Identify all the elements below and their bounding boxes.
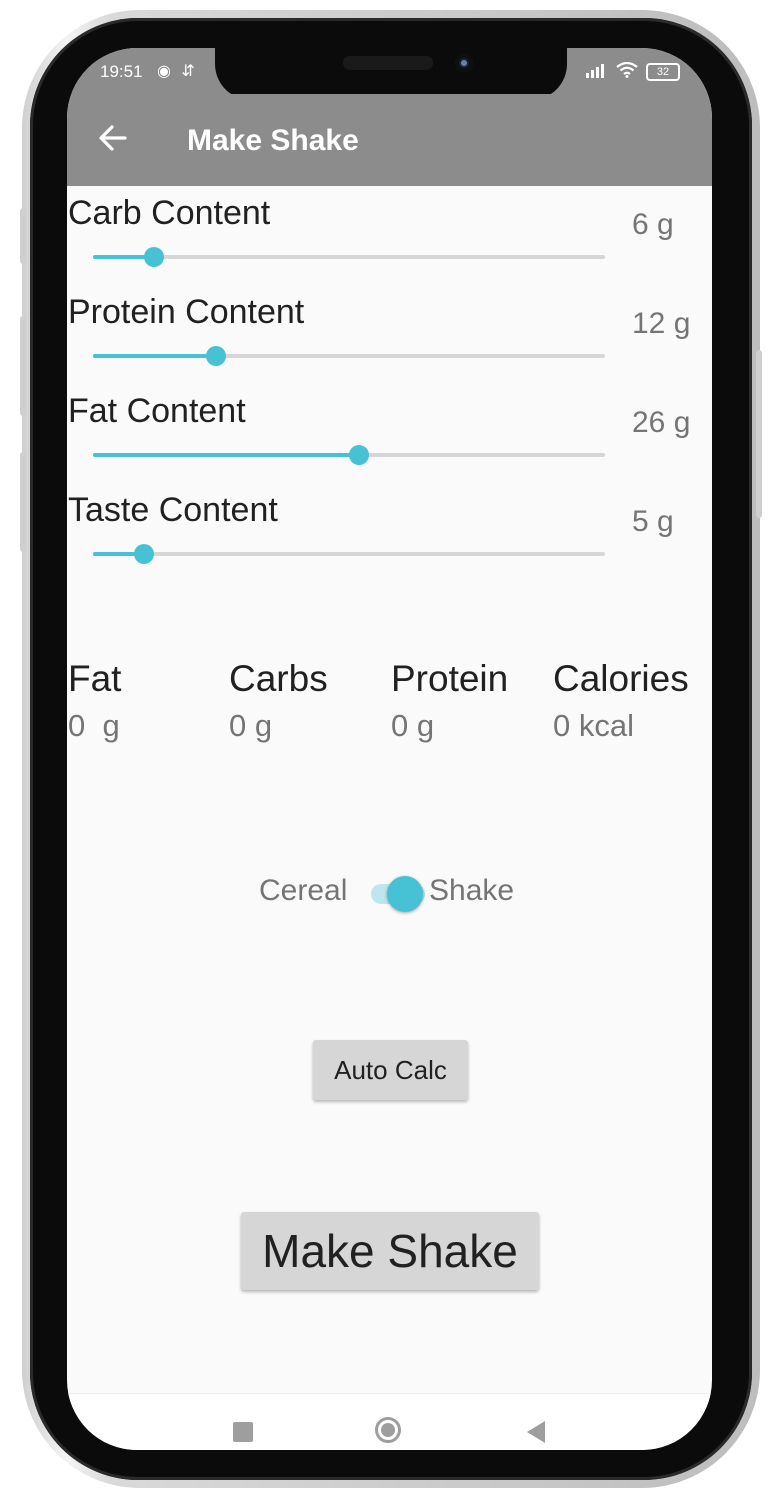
slider-track[interactable]: [93, 247, 605, 267]
slider-label: Fat Content: [68, 392, 246, 430]
nutrition-label: Carbs: [229, 658, 328, 699]
slider-thumb[interactable]: [144, 247, 165, 267]
chrome-icon: ◉: [157, 63, 171, 80]
nutrition-value: 0 g: [229, 708, 273, 743]
slider-thumb[interactable]: [205, 346, 226, 366]
sync-icon: ⇵: [181, 63, 195, 80]
battery-icon: 32: [646, 63, 680, 81]
slider-thumb[interactable]: [134, 544, 155, 564]
phone-screen: 19:51 ◉ ⇵ 32 Make Shake Carb Content 6 g: [67, 48, 712, 1450]
nutrition-label: Fat: [68, 658, 122, 699]
signal-icon: [586, 62, 608, 82]
toggle-label-cereal: Cereal: [259, 874, 348, 907]
nutrition-carbs: Carbs 0 g: [229, 658, 389, 744]
status-notification-icons: ◉ ⇵: [157, 61, 195, 81]
nutrition-calories: Calories 0 kcal: [553, 658, 712, 744]
nutrition-fat: Fat 0 g: [68, 658, 228, 744]
earpiece-speaker: [343, 56, 433, 70]
cereal-shake-switch[interactable]: [369, 876, 433, 912]
arrow-left-icon[interactable]: [95, 118, 131, 158]
slider-label: Carb Content: [68, 194, 271, 232]
slider-fill: [93, 354, 216, 358]
status-time: 19:51: [100, 62, 143, 81]
cereal-shake-toggle-row: Cereal Shake: [67, 872, 712, 912]
phone-side-button-bixby: [20, 452, 26, 552]
camera-notch: [215, 48, 567, 100]
auto-calc-button[interactable]: Auto Calc: [313, 1040, 468, 1100]
nutrition-value: 0 g: [391, 708, 435, 743]
nutrition-value: 0 kcal: [553, 708, 634, 743]
front-camera: [455, 54, 473, 72]
nutrition-label: Calories: [553, 658, 689, 699]
nutrition-value: 0 g: [68, 708, 120, 743]
slider-value: 12 g: [632, 307, 691, 340]
slider-value: 26 g: [632, 406, 691, 439]
recent-apps-icon[interactable]: [233, 1422, 253, 1442]
slider-fill: [93, 453, 360, 457]
make-shake-button[interactable]: Make Shake: [241, 1212, 539, 1290]
slider-track[interactable]: [93, 346, 605, 366]
slider-track[interactable]: [93, 445, 605, 465]
slider-protein-content: Protein Content 12 g: [67, 293, 712, 383]
slider-value: 5 g: [632, 505, 674, 538]
back-triangle-icon[interactable]: [527, 1421, 545, 1443]
slider-label: Taste Content: [68, 491, 278, 529]
phone-side-button-volume-up: [20, 208, 26, 264]
nutrition-protein: Protein 0 g: [391, 658, 551, 744]
home-icon[interactable]: [375, 1417, 401, 1443]
wifi-icon: [616, 61, 638, 82]
phone-side-button-power: [756, 350, 762, 518]
slider-thumb[interactable]: [349, 445, 370, 465]
system-nav-bar: [67, 1393, 712, 1450]
slider-fat-content: Fat Content 26 g: [67, 392, 712, 482]
app-bar: Make Shake: [67, 94, 712, 186]
page-title: Make Shake: [187, 124, 359, 157]
status-right-icons: 32: [586, 61, 680, 82]
phone-side-button-volume-down: [20, 316, 26, 416]
slider-taste-content: Taste Content 5 g: [67, 491, 712, 581]
slider-track[interactable]: [93, 544, 605, 564]
slider-carb-content: Carb Content 6 g: [67, 194, 712, 284]
switch-thumb: [387, 876, 423, 912]
slider-value: 6 g: [632, 208, 674, 241]
slider-label: Protein Content: [68, 293, 305, 331]
toggle-label-shake: Shake: [429, 874, 515, 907]
nutrition-label: Protein: [391, 658, 509, 699]
